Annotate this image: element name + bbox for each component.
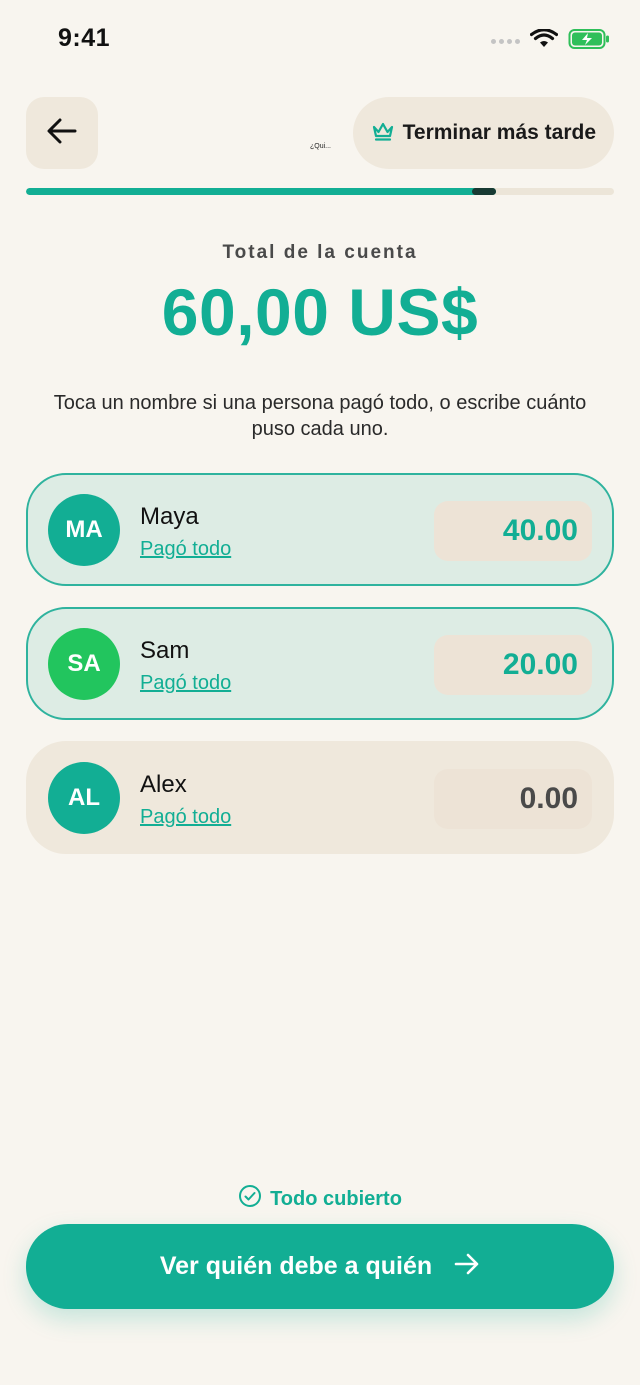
see-who-owes-button[interactable]: Ver quién debe a quién [26, 1224, 614, 1309]
person-name: Sam [140, 637, 190, 664]
cellular-signal-icon [491, 39, 520, 44]
wifi-icon [529, 28, 559, 54]
header: ¿Qui... Terminar más tarde [26, 97, 614, 169]
check-circle-icon [238, 1184, 262, 1214]
avatar: MA [48, 494, 120, 566]
status-time: 9:41 [58, 24, 111, 52]
covered-status: Todo cubierto [0, 1184, 640, 1214]
amount-input[interactable] [434, 635, 592, 695]
back-button[interactable] [26, 97, 98, 169]
paid-all-link[interactable]: Pagó todo [140, 538, 231, 561]
arrow-right-icon [454, 1253, 480, 1280]
arrow-left-icon [47, 118, 77, 149]
battery-charging-icon [568, 28, 610, 55]
total-label: Total de la cuenta [222, 242, 418, 263]
finish-later-label: Terminar más tarde [402, 121, 596, 144]
screen-title: ¿Qui... [310, 143, 332, 150]
person-name: Maya [140, 503, 199, 530]
amount-input[interactable] [434, 769, 592, 829]
progress-fill [26, 188, 497, 195]
covered-status-label: Todo cubierto [270, 1187, 402, 1210]
status-bar: 9:41 [0, 0, 640, 80]
finish-later-button[interactable]: Terminar más tarde [352, 97, 614, 169]
cta-label: Ver quién debe a quién [159, 1252, 433, 1280]
instructions-text: Toca un nombre si una persona pagó todo,… [53, 392, 587, 440]
person-card[interactable]: SA Sam Pagó todo [26, 607, 614, 720]
paid-all-link[interactable]: Pagó todo [140, 672, 231, 695]
paid-all-link[interactable]: Pagó todo [140, 806, 231, 829]
person-card[interactable]: AL Alex Pagó todo [26, 741, 614, 854]
avatar: AL [48, 762, 120, 834]
progress-bar [26, 188, 614, 195]
status-icons [491, 28, 610, 55]
person-name: Alex [140, 771, 187, 798]
crown-icon [371, 121, 395, 146]
total-amount: 60,00 US$ [161, 275, 479, 349]
amount-input[interactable] [434, 501, 592, 561]
progress-cap [472, 188, 497, 195]
person-list: MA Maya Pagó todo SA Sam Pagó todo AL Al… [26, 473, 614, 875]
avatar: SA [48, 628, 120, 700]
person-card[interactable]: MA Maya Pagó todo [26, 473, 614, 586]
